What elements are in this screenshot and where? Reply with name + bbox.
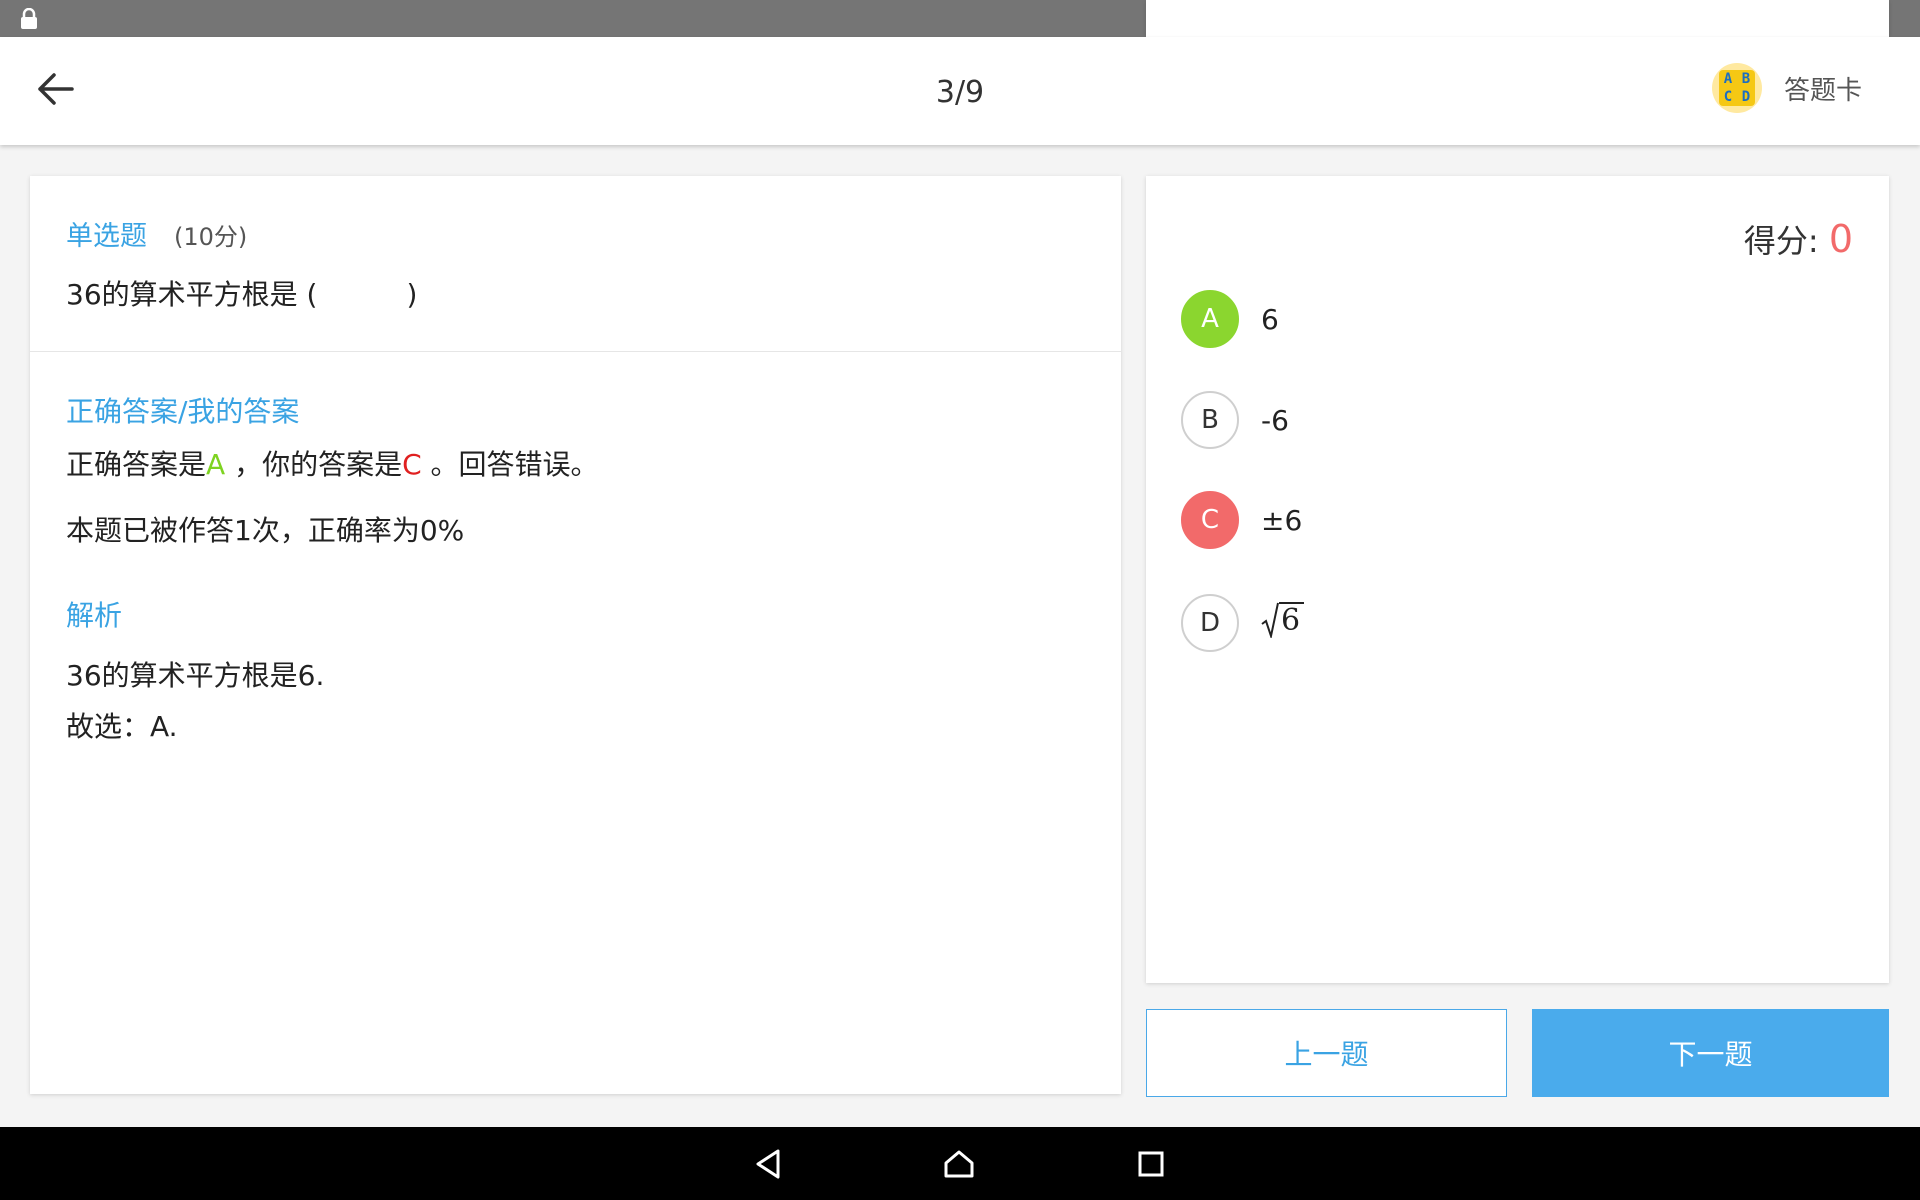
icon-letter: A [1723, 71, 1733, 87]
question-panel: 单选题 (10分) 36的算术平方根是 ( ) 正确答案/我的答案 正确答案是A… [30, 176, 1121, 1094]
status-time: 下午12:34 [1264, 7, 1382, 35]
result-prefix: 正确答案是 [66, 448, 207, 481]
navigation-bar [0, 1127, 1920, 1200]
option-text: -6 [1261, 403, 1289, 437]
my-answer: C [402, 448, 422, 481]
icon-letter: C [1723, 89, 1733, 105]
nav-recents-button[interactable] [1134, 1147, 1168, 1181]
option-letter-badge: A [1181, 290, 1239, 348]
answer-card-button[interactable]: A B C D 答题卡 [1711, 63, 1862, 113]
vibrate-icon [1146, 7, 1166, 31]
answer-result-line: 正确答案是A ，你的答案是C 。回答错误。 [66, 443, 599, 483]
option-letter-badge: C [1181, 491, 1239, 549]
wifi-icon [1180, 6, 1206, 31]
option-b[interactable]: B -6 [1181, 391, 1289, 449]
battery-icon [1220, 8, 1250, 30]
icon-letter: B [1741, 71, 1751, 87]
answer-section-title: 正确答案/我的答案 [66, 395, 300, 428]
option-letter-badge: B [1181, 391, 1239, 449]
radicand: 6 [1279, 601, 1305, 638]
option-text: ±6 [1261, 503, 1303, 537]
header: 3/9 A B C D 答题卡 [0, 37, 1920, 145]
status-icons: 下午12:34 [1146, 0, 1889, 37]
correct-answer: A [206, 448, 226, 481]
icon-letter: D [1741, 89, 1751, 105]
analysis-line: 36的算术平方根是6. [66, 659, 325, 692]
option-text: 6 [1261, 601, 1305, 645]
nav-home-button[interactable] [942, 1147, 976, 1181]
analysis-line: 故选：A. [66, 710, 178, 743]
question-type: 单选题 [66, 221, 147, 252]
option-text: 6 [1261, 302, 1279, 336]
question-progress: 3/9 [935, 75, 985, 110]
analysis-title: 解析 [66, 599, 123, 632]
option-c[interactable]: C ±6 [1181, 491, 1302, 549]
result-suffix: 。回答错误。 [421, 448, 599, 481]
option-d[interactable]: D 6 [1181, 594, 1305, 652]
previous-question-button[interactable]: 上一题 [1146, 1009, 1507, 1097]
result-middle: ，你的答案是 [225, 448, 403, 481]
question-section: 单选题 (10分) 36的算术平方根是 ( ) [30, 176, 1121, 352]
answer-stats: 本题已被作答1次，正确率为0% [66, 514, 465, 547]
nav-back-button[interactable] [752, 1147, 786, 1181]
option-a[interactable]: A 6 [1181, 290, 1279, 348]
status-bar: 下午12:34 [0, 0, 1920, 37]
square-recents-icon [1138, 1151, 1164, 1177]
score-value: 0 [1828, 217, 1853, 261]
question-points: (10分) [174, 223, 248, 251]
square-root-expression: 6 [1261, 601, 1305, 638]
abcd-grid-icon: A B C D [1711, 63, 1762, 113]
options-panel: 得分: 0 A 6 B -6 C ±6 D 6 [1146, 176, 1889, 983]
score-display: 得分: 0 [1744, 216, 1853, 262]
option-letter-badge: D [1181, 594, 1239, 652]
triangle-back-icon [756, 1149, 780, 1179]
home-icon [944, 1150, 974, 1178]
radical-sign-icon [1261, 602, 1279, 638]
question-text: 36的算术平方根是 ( ) [66, 278, 418, 311]
answer-card-label: 答题卡 [1783, 75, 1862, 106]
score-label: 得分: [1743, 222, 1829, 260]
next-question-button[interactable]: 下一题 [1532, 1009, 1889, 1097]
lock-icon [20, 7, 38, 34]
